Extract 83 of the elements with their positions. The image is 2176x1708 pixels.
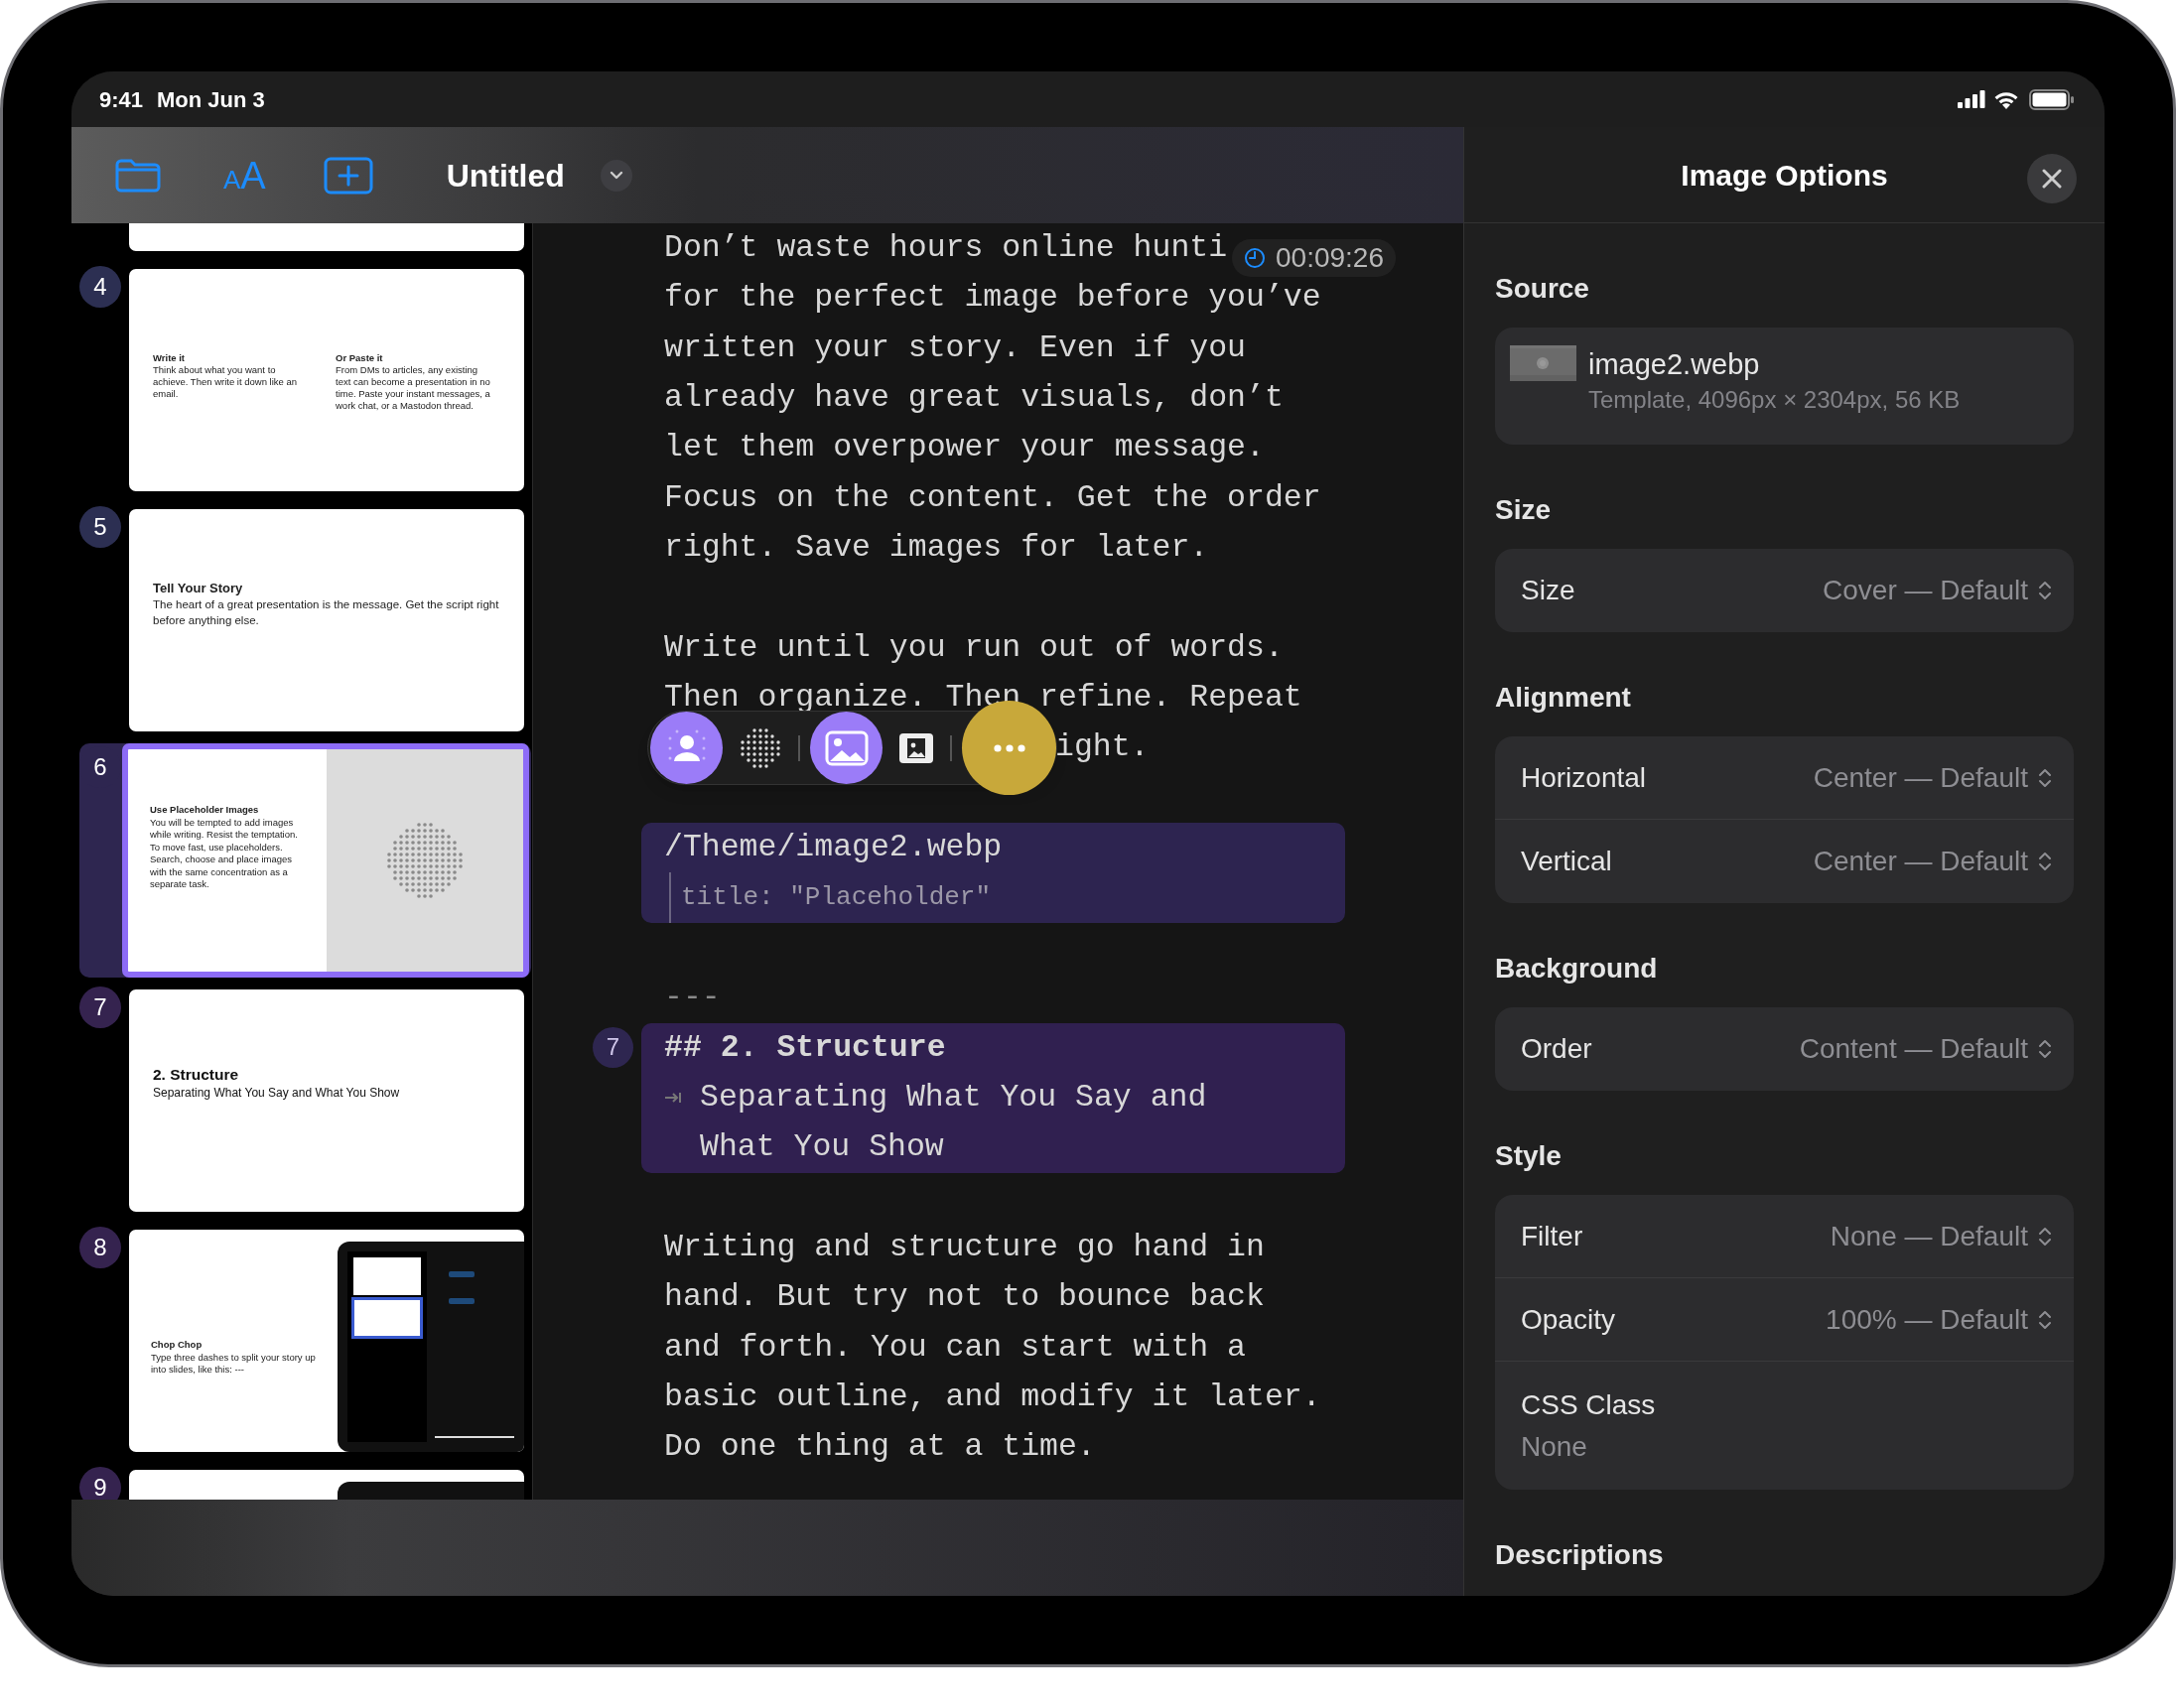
font-size-button[interactable]: AA (223, 156, 266, 195)
portrait-button[interactable] (650, 712, 723, 785)
up-down-chevron-icon (2038, 581, 2052, 600)
slide-thumbnail[interactable]: 2. Structure Separating What You Say and What You Show (129, 989, 524, 1212)
title-menu-button[interactable] (600, 159, 632, 192)
slide-text: Separating What You Say and What You Show (153, 1085, 400, 1101)
up-down-chevron-icon (2038, 767, 2052, 788)
slide-number: 7 (79, 986, 121, 1028)
more-icon (993, 743, 1025, 752)
image-path: /Theme/image2.webp (664, 829, 1004, 867)
section-heading: Descriptions (1495, 1538, 1665, 1572)
slide-text: From DMs to articles, any existing text can become a presentation in no time. Paste your instant messages, a work chat, or a Mastodon thread. (336, 364, 491, 412)
slide-heading: Tell Your Story (153, 581, 244, 596)
line-number: 7 (593, 1026, 633, 1068)
slide-number: 8 (79, 1227, 121, 1268)
add-slide-button[interactable] (323, 155, 373, 196)
slide-thumbnail[interactable] (129, 223, 524, 251)
status-date: Mon Jun 3 (157, 85, 265, 114)
image-attribute: title: "Placeholder" (669, 872, 1345, 923)
add-icon (323, 156, 373, 195)
setting-value-picker[interactable]: None — Default (1830, 1215, 2052, 1257)
setting-label: Horizontal (1521, 760, 1647, 795)
up-down-chevron-icon (2038, 1039, 2052, 1059)
slide-heading: Or Paste it (336, 352, 384, 364)
section-heading: Size (1495, 493, 1553, 527)
editor-paragraph: for the perfect image before you’ve written your story. Even if you already have great visuals, don’t let them overpower your message. Focus on the content. Get the order right. Save images for later. (664, 279, 1321, 568)
setting-label: Vertical (1521, 845, 1612, 878)
setting-label: Opacity (1521, 1302, 1615, 1337)
section-heading: Background (1495, 952, 1659, 985)
slide-text: Type three dashes to split your story up into slides, like this: --- (151, 1351, 316, 1377)
panel-title: Image Options (1681, 157, 1888, 194)
setting-value-picker[interactable]: 100% — Default (1826, 1298, 2052, 1341)
close-icon (2042, 169, 2062, 189)
up-down-chevron-icon (2038, 852, 2052, 871)
text-field-value[interactable]: None (1521, 1425, 1587, 1468)
document-title: Untitled (446, 156, 565, 196)
battery-icon (2029, 88, 2075, 110)
setting-label: Order (1521, 1032, 1592, 1066)
timer-text: 00:09:26 (1276, 241, 1384, 275)
slide-thumbnail[interactable] (129, 269, 524, 491)
slide-heading: Write it (153, 352, 187, 364)
setting-value-picker[interactable]: Center — Default (1813, 841, 2052, 882)
editor-text: Don’t waste hours online hunti (664, 229, 1228, 267)
clock-icon (1244, 247, 1266, 269)
slide-number: 5 (79, 506, 121, 548)
close-button[interactable] (2027, 154, 2077, 203)
chevron-down-icon (609, 171, 623, 180)
setting-label: Filter (1521, 1219, 1583, 1253)
slide-text: Think about what you want to achieve. Then write it down like an email. (153, 364, 299, 400)
indent-icon (664, 1090, 682, 1105)
file-details: Template, 4096px × 2304px, 56 KB (1588, 385, 1961, 415)
up-down-chevron-icon (2038, 1226, 2052, 1247)
slide-heading: Chop Chop (151, 1339, 204, 1352)
slide-text: The heart of a great presentation is the message. Get the script right before anything else. (153, 597, 500, 628)
heading-text: ## 2. Structure (664, 1028, 946, 1067)
image-icon (824, 729, 869, 766)
slide-number: 4 (79, 266, 121, 308)
editor-text: ight. (1055, 728, 1150, 767)
dot-grid-icon (739, 725, 782, 770)
setting-value-picker[interactable]: Cover — Default (1823, 570, 2052, 611)
setting-value-picker[interactable]: Center — Default (1813, 756, 2052, 799)
section-heading: Alignment (1495, 681, 1632, 715)
slide-thumbnail[interactable]: Chop Chop Type three dashes to split your story up into slides, like this: --- (129, 1230, 524, 1452)
wifi-icon (1993, 89, 2019, 109)
slide-number: 9 (79, 1467, 121, 1500)
section-heading: Style (1495, 1139, 1563, 1173)
slide-heading: 2. Structure (153, 1065, 240, 1085)
slide-divider: --- (664, 979, 721, 1017)
slide-heading: Use Placeholder Images (150, 804, 260, 817)
editor-paragraph: Writing and structure go hand in hand. But try not to bounce back and forth. You can start with a basic outline, and modify it later. Do one thing at a time. (664, 1228, 1321, 1467)
framed-image-icon (899, 732, 933, 763)
setting-label: Size (1521, 574, 1575, 607)
signal-icon (1958, 90, 1985, 108)
slide-text: You will be tempted to add images while writing. Resist the temptation. To move fast, use placeholders. Search, choose and place images with the same concentration as a separate task. (150, 816, 299, 891)
slide-thumbnail[interactable]: Tell Your Story The heart of a great presentation is the message. Get the script right before anything else. (129, 509, 524, 731)
folder-icon (114, 157, 162, 194)
file-name: image2.webp (1588, 347, 1761, 382)
setting-value-picker[interactable]: Content — Default (1799, 1028, 2052, 1070)
setting-label: CSS Class (1521, 1387, 1657, 1422)
up-down-chevron-icon (2038, 1309, 2052, 1330)
status-time: 9:41 (99, 85, 144, 114)
subheading-text: Separating What You Say and What You Show (700, 1078, 1207, 1167)
section-heading: Source (1495, 272, 1590, 306)
